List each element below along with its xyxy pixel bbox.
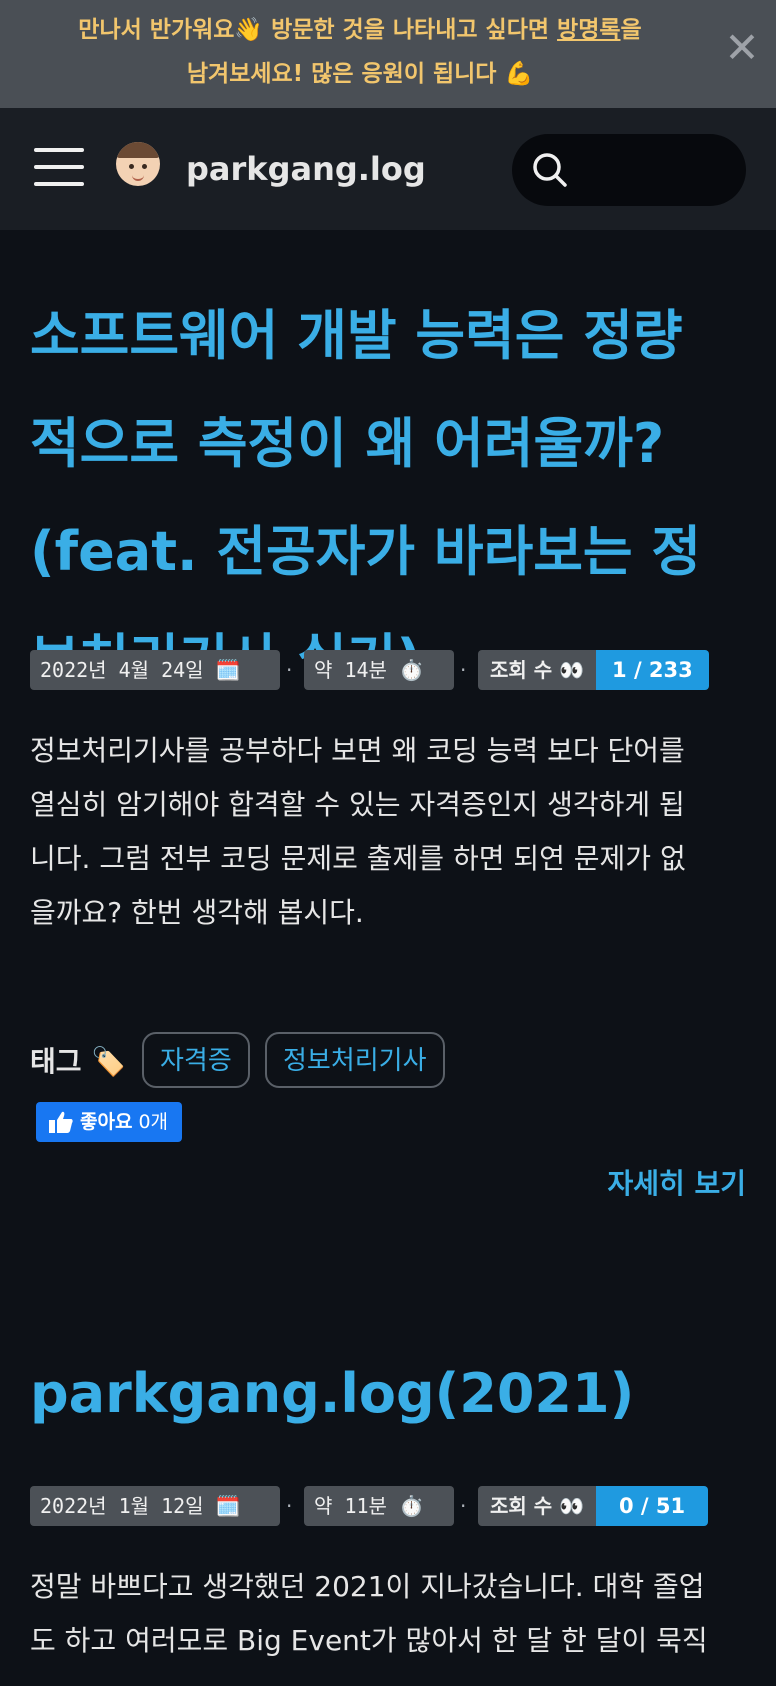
excerpt-line: 을까요? 한번 생각해 봅시다.: [30, 896, 364, 929]
post-excerpt: 정보처리기사를 공부하다 보면 왜 코딩 능력 보다 단어를 열심히 암기해야 …: [30, 724, 746, 940]
announcement-banner: 만나서 반가워요👋 방문한 것을 나타내고 싶다면 방명록을 남겨보세요! 많은…: [0, 0, 776, 108]
meta-separator: ·: [460, 658, 467, 682]
view-counter: 조회 수 👀 0 / 51: [478, 1486, 709, 1526]
meta-separator: ·: [286, 658, 293, 682]
post-card: 소프트웨어 개발 능력은 정량 적으로 측정이 왜 어려울까? (feat. 전…: [30, 284, 746, 1204]
site-header: parkgang.log: [0, 108, 776, 230]
post-title-line[interactable]: parkgang.log(2021): [30, 1340, 746, 1448]
post-title[interactable]: parkgang.log(2021): [30, 1340, 746, 1448]
like-button[interactable]: 좋아요 0개: [36, 1102, 183, 1142]
search-input[interactable]: [576, 150, 730, 192]
like-label: 좋아요: [80, 1111, 133, 1133]
view-counter: 조회 수 👀 1 / 233: [478, 650, 709, 690]
views-count: 0 / 51: [596, 1486, 709, 1526]
post-meta: 2022년 4월 24일 🗓️ · 약 14분 ⏱️ · 조회 수 👀 1 / …: [30, 650, 746, 690]
tag-chip[interactable]: 자격증: [142, 1032, 250, 1088]
site-name[interactable]: parkgang.log: [186, 150, 426, 188]
guestbook-link[interactable]: 방명록: [557, 17, 620, 43]
avatar[interactable]: [116, 142, 160, 186]
banner-text: 만나서 반가워요👋 방문한 것을 나타내고 싶다면: [78, 17, 558, 43]
post-title-line[interactable]: 적으로 측정이 왜 어려울까?: [30, 390, 746, 498]
post-title-line[interactable]: 소프트웨어 개발 능력은 정량: [30, 282, 746, 390]
thumbs-up-icon: [49, 1111, 73, 1133]
post-card: parkgang.log(2021) 2022년 1월 12일 🗓️ · 약 1…: [30, 1362, 746, 1686]
tags-label: 태그 🏷️: [30, 1045, 127, 1078]
meta-separator: ·: [286, 1494, 293, 1518]
read-time: 약 11분 ⏱️: [304, 1486, 454, 1526]
excerpt-line: 열심히 암기해야 합격할 수 있는 자격증인지 생각하게 됩: [30, 788, 685, 821]
meta-separator: ·: [460, 1494, 467, 1518]
views-count: 1 / 233: [596, 650, 709, 690]
post-meta: 2022년 1월 12일 🗓️ · 약 11분 ⏱️ · 조회 수 👀 0 / …: [30, 1486, 746, 1526]
tag-chip[interactable]: 정보처리기사: [265, 1032, 445, 1088]
banner-line-1: 만나서 반가워요👋 방문한 것을 나타내고 싶다면 방명록을: [0, 8, 720, 52]
search-icon[interactable]: [530, 150, 570, 190]
banner-line-2: 남겨보세요! 많은 응원이 됩니다 💪: [186, 61, 534, 87]
excerpt-line: 정말 바쁘다고 생각했던 2021이 지나갔습니다. 대학 졸업: [30, 1570, 705, 1603]
excerpt-line: 니다. 그럼 전부 코딩 문제로 출제를 하면 되연 문제가 없: [30, 842, 686, 875]
post-date: 2022년 1월 12일 🗓️: [30, 1486, 280, 1526]
banner-text-suffix: 을: [620, 17, 642, 43]
excerpt-line: 도 하고 여러모로 Big Event가 많아서 한 달 한 달이 묵직: [30, 1624, 708, 1657]
read-time: 약 14분 ⏱️: [304, 650, 454, 690]
views-label: 조회 수 👀: [478, 650, 597, 690]
excerpt-line: 정보처리기사를 공부하다 보면 왜 코딩 능력 보다 단어를: [30, 734, 685, 767]
search-box[interactable]: [512, 134, 746, 206]
views-label: 조회 수 👀: [478, 1486, 597, 1526]
hamburger-icon[interactable]: [34, 148, 84, 188]
tag-list: 태그 🏷️ 자격증 정보처리기사: [30, 1032, 746, 1088]
post-excerpt: 정말 바쁘다고 생각했던 2021이 지나갔습니다. 대학 졸업 도 하고 여러…: [30, 1560, 746, 1668]
post-date: 2022년 4월 24일 🗓️: [30, 650, 280, 690]
close-icon[interactable]: ✕: [722, 27, 762, 69]
post-title-line[interactable]: (feat. 전공자가 바라보는 정: [30, 498, 746, 606]
read-more-link[interactable]: 자세히 보기: [607, 1162, 746, 1202]
like-count: 0개: [138, 1111, 169, 1133]
